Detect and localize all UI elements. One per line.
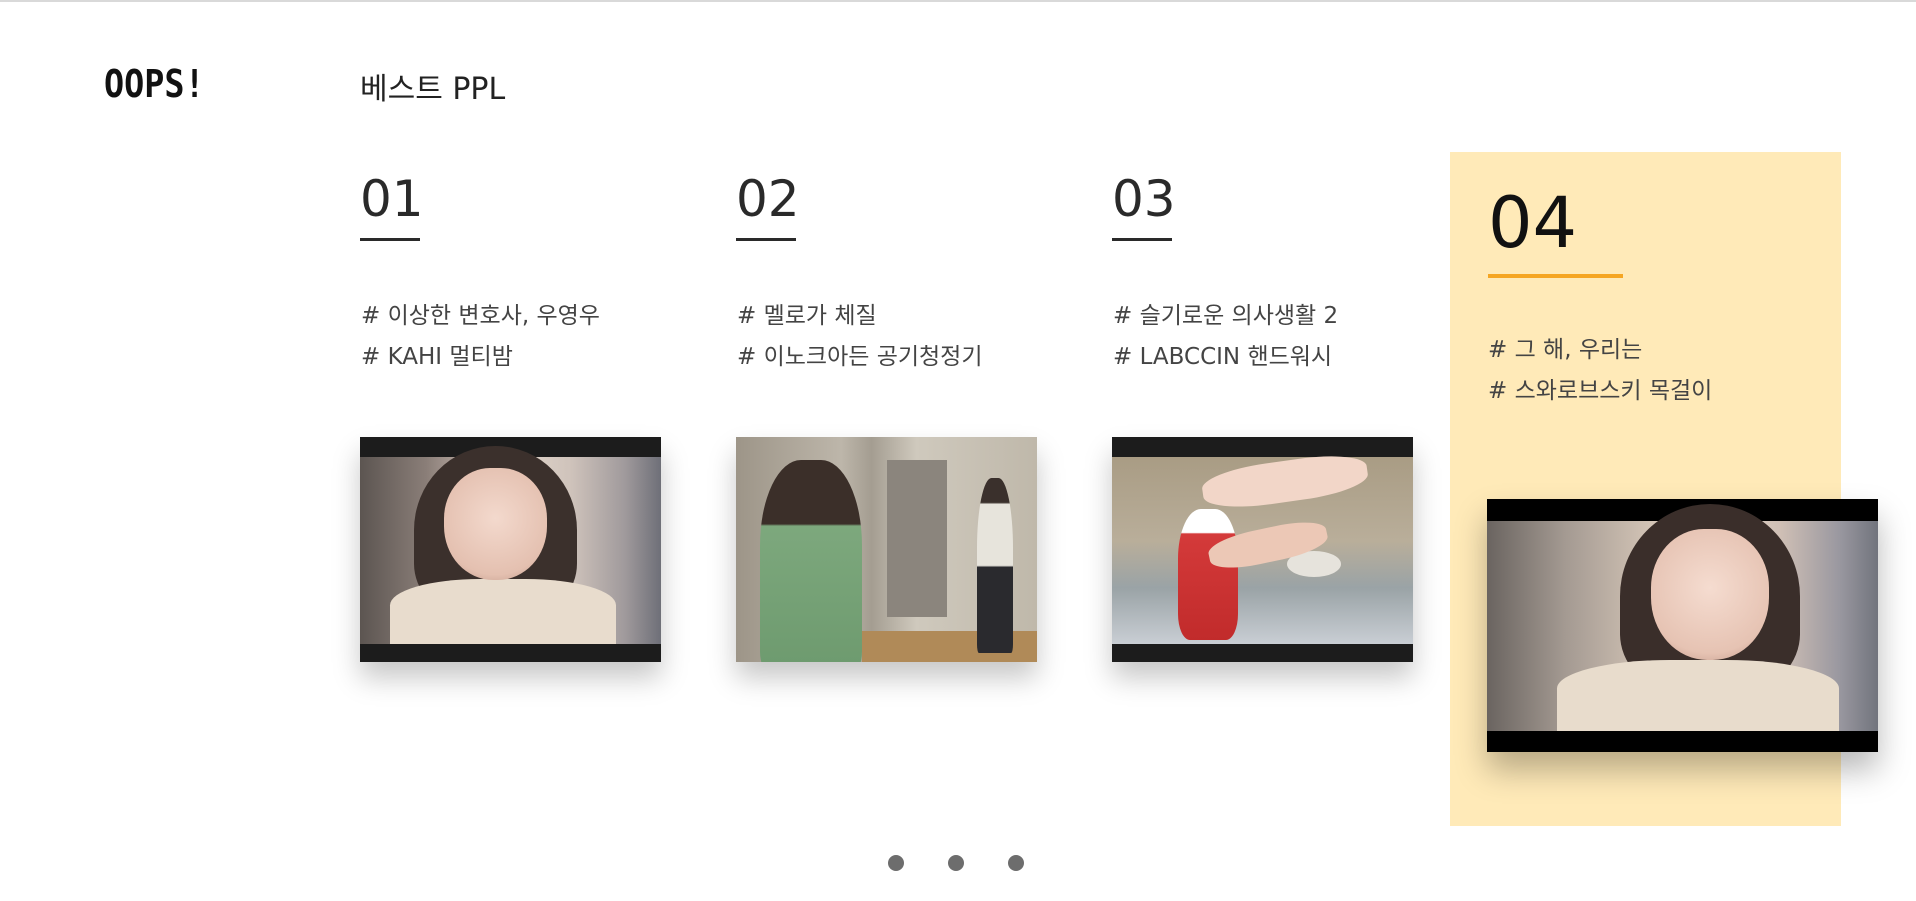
- card-tag-product: # 스와로브스키 목걸이: [1488, 378, 1713, 404]
- card-tag-drama: # 이상한 변호사, 우영우: [361, 303, 600, 329]
- card-tag-drama: # 슬기로운 의사생활 2: [1113, 303, 1339, 329]
- drama-still-image: [1487, 504, 1878, 731]
- drama-still-image: [1112, 449, 1413, 644]
- card-number-underline: [736, 238, 796, 241]
- card-tag-drama: # 그 해, 우리는: [1488, 337, 1643, 363]
- top-divider: [0, 0, 1916, 2]
- card-tags: # 슬기로운 의사생활 2 # LABCCIN 핸드워시: [1113, 296, 1338, 378]
- card-tag-product: # 이노크아든 공기청정기: [737, 344, 983, 370]
- ppl-card-03[interactable]: 03 # 슬기로운 의사생활 2 # LABCCIN 핸드워시: [1089, 152, 1481, 826]
- brand-logo[interactable]: OOPS!: [104, 62, 205, 106]
- drama-still-image: [736, 437, 1037, 662]
- card-number-underline: [1112, 238, 1172, 241]
- card-tags: # 이상한 변호사, 우영우 # KAHI 멀티밤: [361, 296, 600, 378]
- ppl-card-02[interactable]: 02 # 멜로가 체질 # 이노크아든 공기청정기: [713, 152, 1105, 826]
- pagination-dot-3[interactable]: [1008, 855, 1024, 871]
- card-thumbnail[interactable]: [1112, 437, 1413, 662]
- ppl-card-04-active[interactable]: 04 # 그 해, 우리는 # 스와로브스키 목걸이: [1450, 152, 1878, 826]
- card-number: 03: [1112, 170, 1176, 228]
- card-thumbnail[interactable]: [1487, 499, 1878, 752]
- pagination-dot-1[interactable]: [888, 855, 904, 871]
- card-number: 02: [736, 170, 800, 228]
- card-number-underline: [1488, 274, 1623, 278]
- pagination-dot-2[interactable]: [948, 855, 964, 871]
- card-number: 01: [360, 170, 424, 228]
- card-tag-product: # LABCCIN 핸드워시: [1113, 344, 1333, 370]
- ppl-card-01[interactable]: 01 # 이상한 변호사, 우영우 # KAHI 멀티밤: [337, 152, 729, 826]
- card-thumbnail[interactable]: [360, 437, 661, 662]
- card-number-underline: [360, 238, 420, 241]
- page-title: 베스트 PPL: [360, 72, 506, 107]
- card-thumbnail[interactable]: [736, 437, 1037, 662]
- drama-still-image: [360, 445, 661, 644]
- card-tags: # 그 해, 우리는 # 스와로브스키 목걸이: [1488, 330, 1712, 412]
- pagination-dots: [888, 855, 1024, 871]
- card-number: 04: [1488, 182, 1578, 264]
- card-tags: # 멜로가 체질 # 이노크아든 공기청정기: [737, 296, 983, 378]
- card-tag-product: # KAHI 멀티밤: [361, 344, 513, 370]
- card-tag-drama: # 멜로가 체질: [737, 303, 877, 329]
